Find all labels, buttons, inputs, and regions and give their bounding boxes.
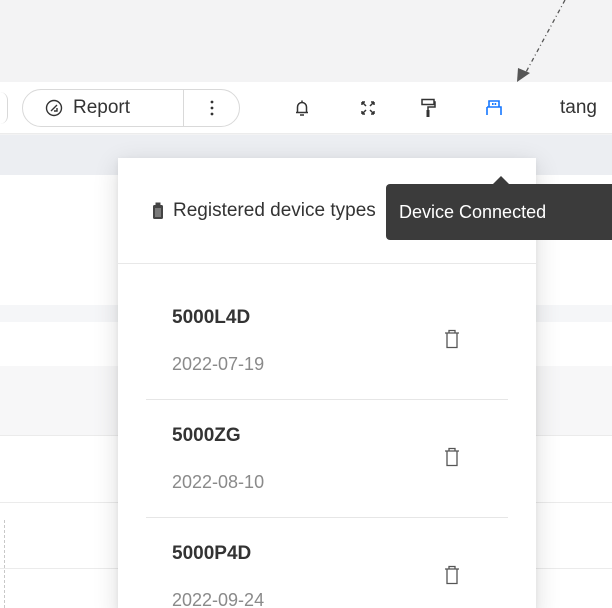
fullscreen-button[interactable] (356, 96, 380, 120)
report-label: Report (73, 97, 131, 118)
previous-pill-edge (0, 92, 8, 124)
list-item: 5000L4D 2022-07-19 (146, 282, 508, 400)
report-button-group: Report (22, 89, 240, 127)
more-vertical-icon (210, 100, 214, 116)
notifications-button[interactable] (290, 96, 314, 120)
trash-icon[interactable] (443, 328, 461, 350)
tooltip-arrow (493, 176, 509, 184)
list-item: 5000ZG 2022-08-10 (146, 400, 508, 518)
device-name: 5000P4D (172, 543, 252, 564)
paint-roller-icon (421, 98, 436, 117)
report-button[interactable]: Report (23, 90, 183, 126)
device-name: 5000L4D (172, 307, 251, 328)
device-date: 2022-08-10 (172, 472, 265, 492)
dotted-divider (4, 520, 5, 608)
more-options-button[interactable] (184, 90, 240, 126)
device-date: 2022-09-24 (172, 590, 265, 608)
device-icon (152, 202, 164, 220)
dropdown-title: Registered device types (173, 199, 376, 221)
device-date: 2022-07-19 (172, 354, 265, 374)
annotation-arrow (517, 0, 566, 82)
list-item: 5000P4D 2022-09-24 (146, 518, 508, 608)
trash-icon[interactable] (443, 446, 461, 468)
bell-icon (296, 100, 308, 116)
device-connected-tooltip: Device Connected (386, 184, 612, 240)
device-name: 5000ZG (172, 425, 241, 446)
device-connection-button[interactable] (482, 96, 506, 120)
trash-icon[interactable] (443, 564, 461, 586)
report-icon (45, 99, 63, 117)
usb-device-icon (486, 100, 502, 115)
theme-button[interactable] (416, 96, 440, 120)
user-name[interactable]: tang (560, 96, 597, 120)
fullscreen-icon (361, 101, 375, 115)
tooltip-text: Device Connected (399, 201, 547, 222)
top-toolbar: Report tang (0, 82, 612, 134)
